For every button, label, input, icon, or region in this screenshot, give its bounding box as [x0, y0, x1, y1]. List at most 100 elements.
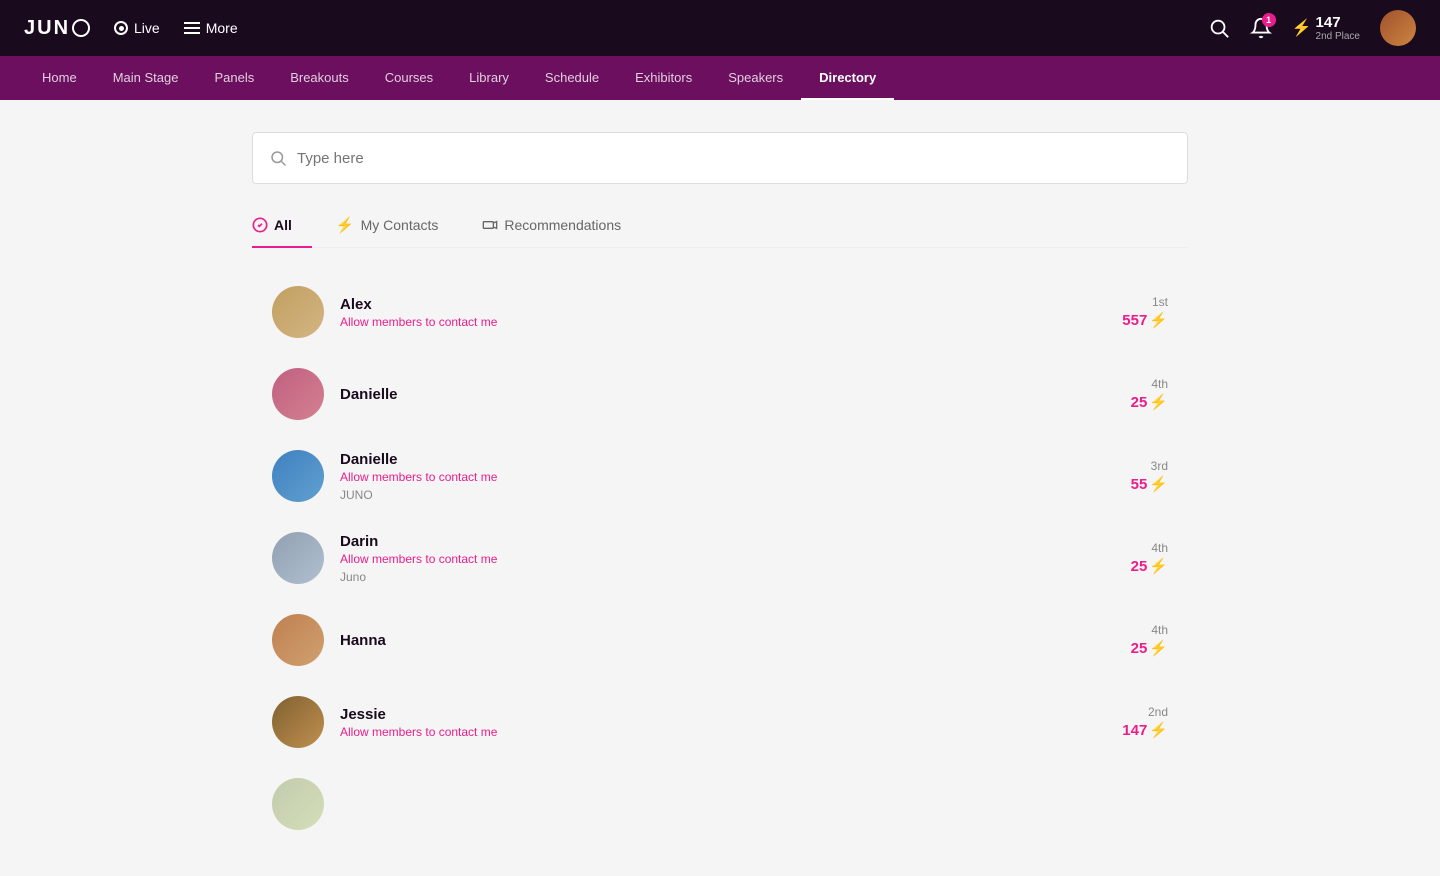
rank-points-danielle2: 55 ⚡ [1131, 475, 1168, 493]
member-name-danielle2: Danielle [340, 451, 1115, 468]
live-label: Live [134, 20, 160, 36]
member-avatar-alex [272, 286, 324, 338]
logo: JUN [24, 17, 90, 40]
rank-points-hanna: 25 ⚡ [1131, 639, 1168, 657]
search-nav-button[interactable] [1208, 17, 1230, 39]
search-icon [269, 149, 287, 167]
tab-all[interactable]: All [252, 208, 312, 248]
nav-item-directory[interactable]: Directory [801, 56, 894, 100]
points-rank: 2nd Place [1316, 31, 1360, 42]
member-name-hanna: Hanna [340, 632, 1115, 649]
notifications-button[interactable]: 1 [1250, 17, 1272, 39]
member-name-jessie: Jessie [340, 706, 1106, 723]
points-display: ⚡ 147 2nd Place [1292, 14, 1360, 42]
bolt-rank-icon-jessie: ⚡ [1149, 721, 1168, 739]
rank-points-danielle1: 25 ⚡ [1131, 393, 1168, 411]
member-info-jessie: Jessie Allow members to contact me [340, 706, 1106, 739]
tab-recommendations-label: Recommendations [504, 217, 621, 233]
member-info-alex: Alex Allow members to contact me [340, 296, 1106, 329]
member-name-alex: Alex [340, 296, 1106, 313]
logo-text: JUN [24, 17, 70, 40]
check-circle-icon [252, 217, 268, 233]
member-item-jessie[interactable]: Jessie Allow members to contact me 2nd 1… [252, 682, 1188, 762]
nav-item-schedule[interactable]: Schedule [527, 56, 617, 100]
member-rank-jessie: 2nd 147 ⚡ [1122, 705, 1168, 739]
member-rank-danielle2: 3rd 55 ⚡ [1131, 459, 1168, 493]
member-avatar-darin [272, 532, 324, 584]
tab-recommendations[interactable]: Recommendations [482, 208, 641, 248]
logo-circle [72, 19, 90, 37]
member-item-darin[interactable]: Darin Allow members to contact me Juno 4… [252, 518, 1188, 598]
member-avatar-danielle2 [272, 450, 324, 502]
nav-item-exhibitors[interactable]: Exhibitors [617, 56, 710, 100]
video-icon [482, 217, 498, 233]
more-button[interactable]: More [184, 20, 238, 36]
bolt-rank-icon-darin: ⚡ [1149, 557, 1168, 575]
member-contact-alex: Allow members to contact me [340, 315, 1106, 329]
nav-item-main-stage[interactable]: Main Stage [95, 56, 197, 100]
rank-place-danielle2: 3rd [1151, 459, 1168, 473]
rank-points-value-danielle2: 55 [1131, 476, 1148, 493]
top-nav-left: JUN Live More [24, 17, 238, 40]
search-input[interactable] [297, 150, 1171, 167]
member-item-danielle2[interactable]: Danielle Allow members to contact me JUN… [252, 436, 1188, 516]
member-rank-danielle1: 4th 25 ⚡ [1131, 377, 1168, 411]
nav-item-home[interactable]: Home [24, 56, 95, 100]
tab-my-contacts-label: My Contacts [361, 217, 439, 233]
nav-item-panels[interactable]: Panels [196, 56, 272, 100]
rank-place-alex: 1st [1152, 295, 1168, 309]
bolt-rank-icon-danielle1: ⚡ [1149, 393, 1168, 411]
user-avatar[interactable] [1380, 10, 1416, 46]
member-name-darin: Darin [340, 533, 1115, 550]
nav-item-library[interactable]: Library [451, 56, 527, 100]
search-icon [1208, 17, 1230, 39]
search-bar [252, 132, 1188, 184]
live-button[interactable]: Live [114, 20, 160, 36]
rank-points-alex: 557 ⚡ [1122, 311, 1168, 329]
bolt-rank-icon-hanna: ⚡ [1149, 639, 1168, 657]
hamburger-icon [184, 22, 200, 34]
member-item-danielle1[interactable]: Danielle 4th 25 ⚡ [252, 354, 1188, 434]
rank-points-value-danielle1: 25 [1131, 394, 1148, 411]
rank-points-value-alex: 557 [1122, 312, 1147, 329]
bolt-rank-icon-alex: ⚡ [1149, 311, 1168, 329]
member-avatar-last [272, 778, 324, 830]
notification-badge: 1 [1262, 13, 1276, 27]
directory-list: Alex Allow members to contact me 1st 557… [252, 272, 1188, 844]
member-info-danielle2: Danielle Allow members to contact me JUN… [340, 451, 1115, 502]
member-info-darin: Darin Allow members to contact me Juno [340, 533, 1115, 584]
main-content: All ⚡ My Contacts Recommendations Alex A… [220, 100, 1220, 876]
member-item-alex[interactable]: Alex Allow members to contact me 1st 557… [252, 272, 1188, 352]
member-avatar-hanna [272, 614, 324, 666]
points-info: 147 2nd Place [1316, 14, 1360, 42]
rank-points-darin: 25 ⚡ [1131, 557, 1168, 575]
top-nav-right: 1 ⚡ 147 2nd Place [1208, 10, 1416, 46]
member-contact-danielle2: Allow members to contact me [340, 470, 1115, 484]
nav-item-speakers[interactable]: Speakers [710, 56, 801, 100]
bolt-rank-icon-danielle2: ⚡ [1149, 475, 1168, 493]
rank-place-hanna: 4th [1151, 623, 1168, 637]
member-name-danielle1: Danielle [340, 386, 1115, 403]
rank-points-value-darin: 25 [1131, 558, 1148, 575]
more-label: More [206, 20, 238, 36]
member-item-hanna[interactable]: Hanna 4th 25 ⚡ [252, 600, 1188, 680]
member-item-last[interactable] [252, 764, 1188, 844]
rank-place-jessie: 2nd [1148, 705, 1168, 719]
rank-points-value-jessie: 147 [1122, 722, 1147, 739]
tab-my-contacts[interactable]: ⚡ My Contacts [336, 208, 459, 248]
member-org-danielle2: JUNO [340, 488, 1115, 502]
member-info-hanna: Hanna [340, 632, 1115, 649]
member-contact-darin: Allow members to contact me [340, 552, 1115, 566]
member-org-darin: Juno [340, 570, 1115, 584]
nav-item-breakouts[interactable]: Breakouts [272, 56, 367, 100]
member-rank-darin: 4th 25 ⚡ [1131, 541, 1168, 575]
tab-all-label: All [274, 217, 292, 233]
directory-tabs: All ⚡ My Contacts Recommendations [252, 208, 1188, 248]
member-rank-alex: 1st 557 ⚡ [1122, 295, 1168, 329]
top-nav: JUN Live More 1 ⚡ 147 [0, 0, 1440, 56]
points-value: 147 [1316, 14, 1360, 31]
secondary-nav: Home Main Stage Panels Breakouts Courses… [0, 56, 1440, 100]
bolt-icon: ⚡ [1292, 18, 1312, 38]
rank-place-darin: 4th [1151, 541, 1168, 555]
nav-item-courses[interactable]: Courses [367, 56, 451, 100]
